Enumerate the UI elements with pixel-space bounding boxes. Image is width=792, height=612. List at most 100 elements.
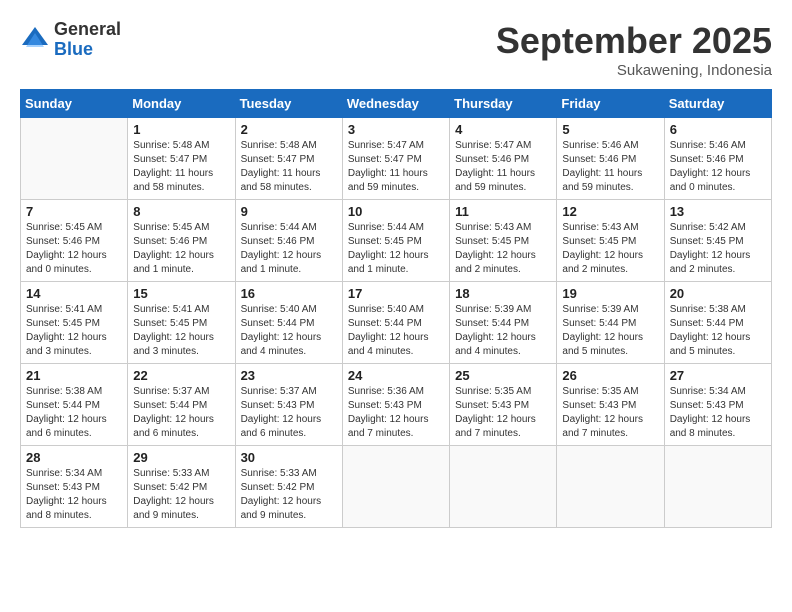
calendar-cell: 8 Sunrise: 5:45 AM Sunset: 5:46 PM Daylig…	[128, 200, 235, 282]
day-number: 19	[562, 286, 658, 301]
day-info: Sunrise: 5:36 AM Sunset: 5:43 PM Dayligh…	[348, 385, 444, 441]
day-number: 29	[133, 450, 229, 465]
calendar-body: 1Sunrise: 5:48 AM Sunset: 5:47 PM Daylig…	[21, 118, 772, 528]
calendar-cell: 18Sunrise: 5:39 AM Sunset: 5:44 PM Dayli…	[450, 282, 557, 364]
day-info: Sunrise: 5:44 AM Sunset: 5:45 PM Dayligh…	[348, 221, 444, 277]
day-info: Sunrise: 5:35 AM Sunset: 5:43 PM Dayligh…	[455, 385, 551, 441]
day-info: Sunrise: 5:41 AM Sunset: 5:45 PM Dayligh…	[133, 303, 229, 359]
calendar-cell: 21 Sunrise: 5:38 AM Sunset: 5:44 PM Dayli…	[21, 364, 128, 446]
day-number: 26	[562, 368, 658, 383]
header-monday: Monday	[128, 90, 235, 118]
logo-blue-text: Blue	[54, 40, 121, 60]
day-info: Sunrise: 5:40 AM Sunset: 5:44 PM Dayligh…	[241, 303, 337, 359]
location-subtitle: Sukawening, Indonesia	[496, 62, 772, 79]
day-info: Sunrise: 5:46 AM Sunset: 5:46 PM Dayligh…	[670, 139, 766, 195]
calendar-cell	[21, 118, 128, 200]
day-number: 17	[348, 286, 444, 301]
day-number: 5	[562, 122, 658, 137]
week-row-4: 28 Sunrise: 5:34 AM Sunset: 5:43 PM Dayli…	[21, 446, 772, 528]
day-info: Sunrise: 5:40 AM Sunset: 5:44 PM Dayligh…	[348, 303, 444, 359]
calendar-cell: 20Sunrise: 5:38 AM Sunset: 5:44 PM Dayli…	[664, 282, 771, 364]
calendar-cell: 13Sunrise: 5:42 AM Sunset: 5:45 PM Dayli…	[664, 200, 771, 282]
day-number: 27	[670, 368, 766, 383]
title-block: September 2025 Sukawening, Indonesia	[496, 20, 772, 79]
day-info: Sunrise: 5:38 AM Sunset: 5:44 PM Dayligh…	[670, 303, 766, 359]
day-info: Sunrise: 5:37 AM Sunset: 5:43 PM Dayligh…	[241, 385, 337, 441]
logo-icon	[20, 25, 50, 55]
calendar-cell: 19 Sunrise: 5:39 AM Sunset: 5:44 PM Dayli…	[557, 282, 664, 364]
day-info: Sunrise: 5:39 AM Sunset: 5:44 PM Dayligh…	[562, 303, 658, 359]
day-info: Sunrise: 5:41 AM Sunset: 5:45 PM Dayligh…	[26, 303, 122, 359]
day-number: 16	[241, 286, 337, 301]
header-wednesday: Wednesday	[342, 90, 449, 118]
day-number: 21	[26, 368, 122, 383]
calendar-cell: 22 Sunrise: 5:37 AM Sunset: 5:44 PM Dayli…	[128, 364, 235, 446]
calendar-cell	[450, 446, 557, 528]
calendar-cell	[664, 446, 771, 528]
day-number: 4	[455, 122, 551, 137]
day-info: Sunrise: 5:48 AM Sunset: 5:47 PM Dayligh…	[241, 139, 337, 195]
day-info: Sunrise: 5:47 AM Sunset: 5:46 PM Dayligh…	[455, 139, 551, 195]
day-number: 8	[133, 204, 229, 219]
day-info: Sunrise: 5:44 AM Sunset: 5:46 PM Dayligh…	[241, 221, 337, 277]
day-number: 9	[241, 204, 337, 219]
day-info: Sunrise: 5:33 AM Sunset: 5:42 PM Dayligh…	[241, 467, 337, 523]
calendar-cell: 25 Sunrise: 5:35 AM Sunset: 5:43 PM Dayli…	[450, 364, 557, 446]
day-info: Sunrise: 5:38 AM Sunset: 5:44 PM Dayligh…	[26, 385, 122, 441]
day-info: Sunrise: 5:43 AM Sunset: 5:45 PM Dayligh…	[455, 221, 551, 277]
calendar-cell: 23 Sunrise: 5:37 AM Sunset: 5:43 PM Dayli…	[235, 364, 342, 446]
header-saturday: Saturday	[664, 90, 771, 118]
day-number: 28	[26, 450, 122, 465]
calendar-cell	[342, 446, 449, 528]
week-row-3: 21 Sunrise: 5:38 AM Sunset: 5:44 PM Dayli…	[21, 364, 772, 446]
day-info: Sunrise: 5:45 AM Sunset: 5:46 PM Dayligh…	[26, 221, 122, 277]
calendar-cell: 30Sunrise: 5:33 AM Sunset: 5:42 PM Dayli…	[235, 446, 342, 528]
day-number: 24	[348, 368, 444, 383]
calendar-cell: 1Sunrise: 5:48 AM Sunset: 5:47 PM Daylig…	[128, 118, 235, 200]
day-number: 22	[133, 368, 229, 383]
day-number: 2	[241, 122, 337, 137]
day-info: Sunrise: 5:37 AM Sunset: 5:44 PM Dayligh…	[133, 385, 229, 441]
day-info: Sunrise: 5:39 AM Sunset: 5:44 PM Dayligh…	[455, 303, 551, 359]
calendar-cell: 14Sunrise: 5:41 AM Sunset: 5:45 PM Dayli…	[21, 282, 128, 364]
day-info: Sunrise: 5:35 AM Sunset: 5:43 PM Dayligh…	[562, 385, 658, 441]
calendar-cell: 11 Sunrise: 5:43 AM Sunset: 5:45 PM Dayli…	[450, 200, 557, 282]
calendar-cell: 12 Sunrise: 5:43 AM Sunset: 5:45 PM Dayli…	[557, 200, 664, 282]
day-number: 6	[670, 122, 766, 137]
day-number: 10	[348, 204, 444, 219]
day-info: Sunrise: 5:43 AM Sunset: 5:45 PM Dayligh…	[562, 221, 658, 277]
calendar-cell: 4 Sunrise: 5:47 AM Sunset: 5:46 PM Daylig…	[450, 118, 557, 200]
day-number: 11	[455, 204, 551, 219]
calendar-cell: 26 Sunrise: 5:35 AM Sunset: 5:43 PM Dayli…	[557, 364, 664, 446]
day-number: 3	[348, 122, 444, 137]
header-sunday: Sunday	[21, 90, 128, 118]
header-row: SundayMondayTuesdayWednesdayThursdayFrid…	[21, 90, 772, 118]
calendar-cell: 29Sunrise: 5:33 AM Sunset: 5:42 PM Dayli…	[128, 446, 235, 528]
calendar-cell	[557, 446, 664, 528]
day-info: Sunrise: 5:48 AM Sunset: 5:47 PM Dayligh…	[133, 139, 229, 195]
calendar-cell: 27 Sunrise: 5:34 AM Sunset: 5:43 PM Dayli…	[664, 364, 771, 446]
day-info: Sunrise: 5:45 AM Sunset: 5:46 PM Dayligh…	[133, 221, 229, 277]
day-number: 7	[26, 204, 122, 219]
week-row-1: 7 Sunrise: 5:45 AM Sunset: 5:46 PM Daylig…	[21, 200, 772, 282]
day-number: 15	[133, 286, 229, 301]
header-thursday: Thursday	[450, 90, 557, 118]
week-row-0: 1Sunrise: 5:48 AM Sunset: 5:47 PM Daylig…	[21, 118, 772, 200]
calendar-cell: 10 Sunrise: 5:44 AM Sunset: 5:45 PM Dayli…	[342, 200, 449, 282]
day-info: Sunrise: 5:42 AM Sunset: 5:45 PM Dayligh…	[670, 221, 766, 277]
calendar-cell: 6 Sunrise: 5:46 AM Sunset: 5:46 PM Daylig…	[664, 118, 771, 200]
header-tuesday: Tuesday	[235, 90, 342, 118]
calendar-cell: 5Sunrise: 5:46 AM Sunset: 5:46 PM Daylig…	[557, 118, 664, 200]
calendar-cell: 2 Sunrise: 5:48 AM Sunset: 5:47 PM Daylig…	[235, 118, 342, 200]
day-number: 23	[241, 368, 337, 383]
calendar-cell: 9 Sunrise: 5:44 AM Sunset: 5:46 PM Daylig…	[235, 200, 342, 282]
month-title: September 2025	[496, 20, 772, 62]
day-info: Sunrise: 5:34 AM Sunset: 5:43 PM Dayligh…	[670, 385, 766, 441]
calendar-cell: 24 Sunrise: 5:36 AM Sunset: 5:43 PM Dayli…	[342, 364, 449, 446]
day-number: 12	[562, 204, 658, 219]
calendar-cell: 16 Sunrise: 5:40 AM Sunset: 5:44 PM Dayli…	[235, 282, 342, 364]
calendar-cell: 15 Sunrise: 5:41 AM Sunset: 5:45 PM Dayli…	[128, 282, 235, 364]
day-number: 25	[455, 368, 551, 383]
calendar-cell: 28 Sunrise: 5:34 AM Sunset: 5:43 PM Dayli…	[21, 446, 128, 528]
day-info: Sunrise: 5:34 AM Sunset: 5:43 PM Dayligh…	[26, 467, 122, 523]
